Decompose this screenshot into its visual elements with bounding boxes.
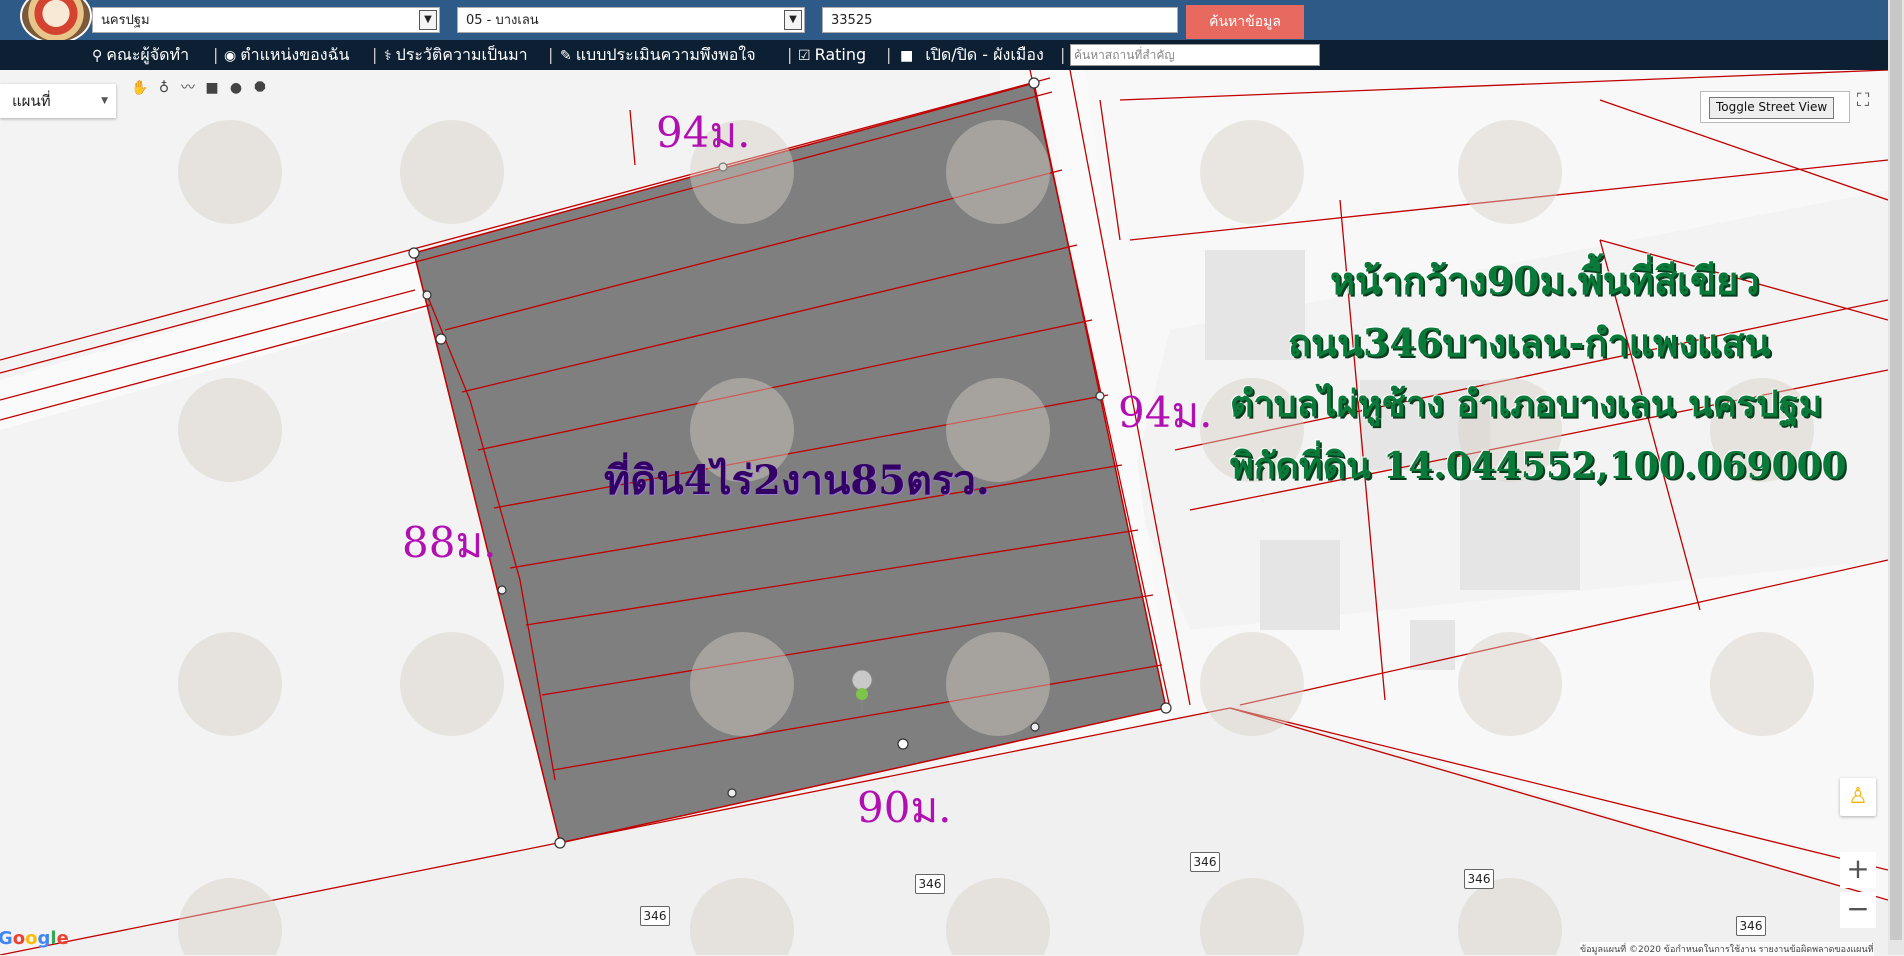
nav-rating[interactable]: ☑ Rating: [798, 44, 866, 66]
survey-icon: ✎: [560, 48, 572, 64]
road-shield-346: 346: [1736, 916, 1766, 936]
place-search-input[interactable]: ค้นหาสถานที่สำคัญ: [1070, 44, 1320, 66]
google-logo: Google: [0, 928, 69, 949]
zoom-out-button[interactable]: −: [1840, 892, 1876, 928]
chevron-down-icon: ▼: [419, 10, 437, 30]
map-type-value: แผนที่: [12, 92, 51, 110]
search-button[interactable]: ค้นหาข้อมูล: [1186, 5, 1304, 39]
checkbox-icon[interactable]: ■: [900, 48, 913, 64]
info-line-coordinates: พิกัดที่ดิน 14.044552,100.069000: [1230, 445, 1847, 487]
team-icon: ⚲: [92, 48, 103, 64]
nav-divider: |: [787, 45, 793, 64]
circle-icon[interactable]: ●: [226, 78, 246, 98]
province-select[interactable]: นครปฐม ▼: [92, 7, 440, 33]
nav-history-label: ประวัติความเป็นมา: [395, 45, 528, 64]
province-select-value: นครปฐม: [101, 13, 150, 28]
page-scrollbar[interactable]: [1888, 0, 1904, 955]
nav-team[interactable]: ⚲ คณะผู้จัดทำ: [92, 44, 189, 66]
info-line-address: ตำบลไผ่หูช้าง อำเภอบางเลน นครปฐม: [1230, 383, 1823, 425]
rectangle-icon[interactable]: ■: [202, 78, 222, 98]
parcel-number-input[interactable]: 33525: [822, 7, 1178, 33]
road-shield-346: 346: [1464, 869, 1494, 889]
nav-survey-label: แบบประเมินความพึงพอใจ: [575, 45, 756, 64]
district-select-value: 05 - บางเลน: [466, 13, 539, 28]
dimension-left-label: 88ม.: [402, 518, 497, 567]
parcel-area-label: ที่ดิน4ไร่2งาน85ตรว.: [604, 457, 990, 504]
scrollbar-thumb[interactable]: [1890, 0, 1902, 940]
street-view-panel: Toggle Street View: [1700, 91, 1850, 123]
nav-my-location[interactable]: ◉ ตำแหน่งของฉัน: [224, 44, 349, 66]
nav-bar: ⚲ คณะผู้จัดทำ | ◉ ตำแหน่งของฉัน | ⚕ ประวัติ…: [0, 40, 1888, 70]
polygon-icon[interactable]: ⯃: [250, 78, 270, 98]
nav-divider: |: [886, 45, 892, 64]
chevron-down-icon: ▼: [101, 96, 108, 106]
fullscreen-icon[interactable]: ⛶: [1850, 90, 1876, 116]
nav-divider: |: [213, 45, 219, 64]
building: [1460, 480, 1580, 590]
info-line-frontage: หน้ากว้าง90ม.พื้นที่สีเขียว: [1330, 258, 1760, 303]
district-select[interactable]: 05 - บางเลน ▼: [457, 7, 805, 33]
marker-icon[interactable]: ♁: [154, 78, 174, 98]
dimension-right-label: 94ม.: [1118, 388, 1213, 437]
nav-rating-label: Rating: [814, 45, 867, 64]
nav-divider: |: [548, 45, 554, 64]
nav-my-location-label: ตำแหน่งของฉัน: [240, 45, 350, 64]
chevron-down-icon: ▼: [784, 10, 802, 30]
nav-history[interactable]: ⚕ ประวัติความเป็นมา: [384, 44, 528, 66]
zoom-in-button[interactable]: +: [1840, 852, 1876, 888]
hand-icon[interactable]: ✋: [130, 78, 150, 98]
pegman-icon[interactable]: ♙: [1840, 778, 1876, 816]
map-attribution[interactable]: ข้อมูลแผนที่ ©2020 ข้อกำหนดในการใช้งาน ร…: [1580, 942, 1874, 956]
nav-zoning-label: เปิด/ปิด - ผังเมือง: [925, 45, 1044, 64]
top-bar: นครปฐม ▼ 05 - บางเลน ▼ 33525 ค้นหาข้อมูล: [0, 0, 1888, 44]
map-type-select[interactable]: แผนที่ ▼: [0, 84, 116, 118]
chart-icon: ☑: [798, 48, 811, 64]
nav-survey[interactable]: ✎ แบบประเมินความพึงพอใจ: [560, 44, 756, 66]
nav-divider: |: [372, 45, 378, 64]
nav-zoning-toggle[interactable]: ■ เปิด/ปิด - ผังเมือง: [900, 44, 1044, 66]
nav-divider: |: [1060, 45, 1066, 64]
history-icon: ⚕: [384, 48, 392, 64]
polyline-icon[interactable]: 〰: [178, 78, 198, 98]
road-shield-346: 346: [1190, 852, 1220, 872]
building: [1260, 540, 1340, 630]
road-shield-346: 346: [640, 906, 670, 926]
toggle-street-view-button[interactable]: Toggle Street View: [1709, 97, 1835, 119]
dimension-top-label: 94ม.: [656, 108, 751, 157]
location-icon: ◉: [224, 48, 237, 64]
dimension-bottom-label: 90ม.: [857, 783, 952, 832]
agency-logo: [20, 0, 92, 44]
info-line-road: ถนน346บางเลน-กำแพงแสน: [1288, 320, 1771, 365]
road-shield-346: 346: [915, 874, 945, 894]
nav-team-label: คณะผู้จัดทำ: [106, 45, 190, 64]
